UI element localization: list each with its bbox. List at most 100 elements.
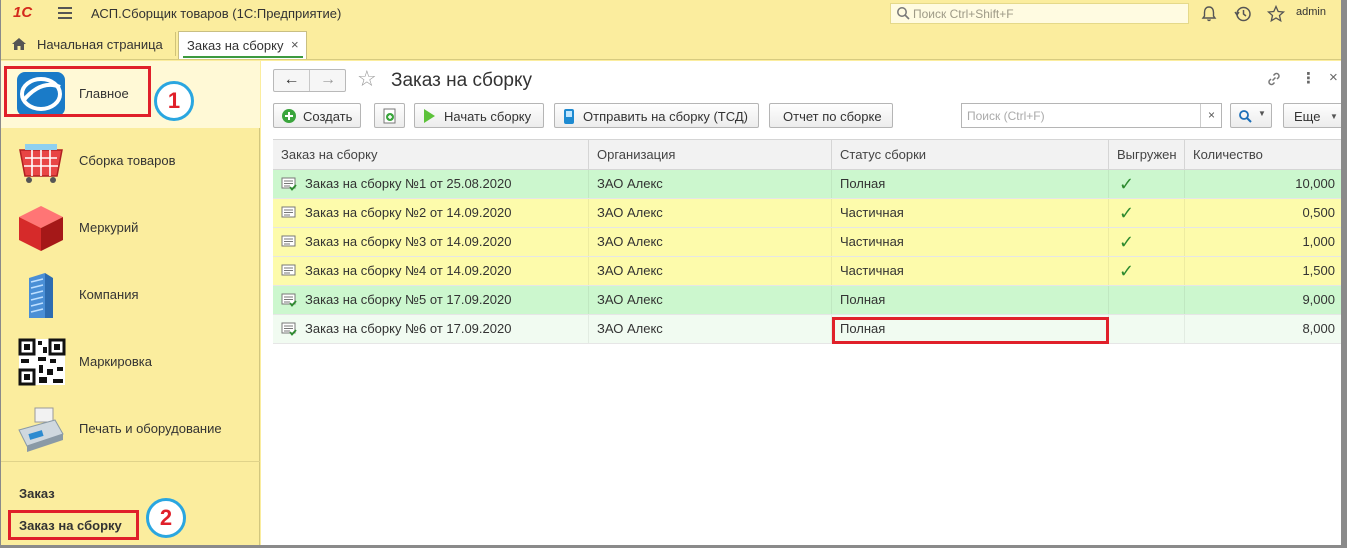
more-options-icon[interactable]: ⋮ <box>1301 69 1316 87</box>
start-assembly-label: Начать сборку <box>444 109 532 124</box>
page-title: Заказ на сборку <box>391 70 532 91</box>
order-name: Заказ на сборку №5 от 17.09.2020 <box>305 292 512 307</box>
add-icon <box>282 109 296 123</box>
cell-organization: ЗАО Алекс <box>589 257 832 285</box>
send-to-tsd-button[interactable]: Отправить на сборку (ТСД) <box>554 103 759 128</box>
cell-organization: ЗАО Алекс <box>589 315 832 343</box>
title-bar: 1С АСП.Сборщик товаров (1С:Предприятие) … <box>1 0 1341 28</box>
column-header-order[interactable]: Заказ на сборку <box>273 140 589 170</box>
cell-unloaded <box>1109 286 1185 314</box>
close-tab-icon[interactable]: × <box>291 37 299 52</box>
forward-button[interactable]: → <box>310 70 346 91</box>
chevron-down-icon: ▼ <box>1330 112 1338 121</box>
sidebar: Главное Сборка товаров Меркурий Компания… <box>1 61 260 545</box>
order-name: Заказ на сборку №3 от 14.09.2020 <box>305 234 512 249</box>
create-button[interactable]: Создать <box>273 103 361 128</box>
column-header-organization[interactable]: Организация <box>589 140 832 170</box>
sidebar-link-order[interactable]: Заказ <box>19 486 55 501</box>
more-button[interactable]: Еще ▼ <box>1283 103 1341 128</box>
back-button[interactable]: ← <box>274 70 310 91</box>
app-window: 1С АСП.Сборщик товаров (1С:Предприятие) … <box>1 0 1341 545</box>
table-row[interactable]: Заказ на сборку №3 от 14.09.2020 ЗАО Алек… <box>273 228 1341 257</box>
assembly-report-button[interactable]: Отчет по сборке <box>769 103 893 128</box>
tab-assembly-order-label: Заказ на сборку <box>187 38 284 53</box>
user-name[interactable]: admin <box>1296 6 1326 18</box>
document-icon <box>281 264 296 276</box>
annotation-box-status <box>832 317 1109 344</box>
basket-icon <box>19 144 63 183</box>
sidebar-item-marking[interactable]: Маркировка <box>1 329 260 396</box>
cell-organization: ЗАО Алекс <box>589 286 832 314</box>
checkmark-icon: ✓ <box>1119 174 1135 194</box>
menu-icon[interactable] <box>58 7 72 19</box>
copy-button[interactable] <box>374 103 405 128</box>
navigation-buttons: ← → <box>273 69 346 92</box>
document-posted-icon <box>281 322 297 336</box>
search-placeholder: Поиск (Ctrl+F) <box>967 109 1045 123</box>
global-search-input[interactable]: Поиск Ctrl+Shift+F <box>890 3 1189 24</box>
checkmark-icon: ✓ <box>1119 203 1135 223</box>
qr-code-icon <box>18 338 66 386</box>
search-input[interactable]: Поиск (Ctrl+F) × <box>961 103 1222 128</box>
cell-quantity: 1,500 <box>1302 263 1335 278</box>
cell-status: Частичная <box>832 199 1109 227</box>
cell-unloaded <box>1109 315 1185 343</box>
sidebar-item-label: Сборка товаров <box>79 153 176 168</box>
send-to-tsd-label: Отправить на сборку (ТСД) <box>583 109 748 124</box>
search-options-button[interactable]: ▼ <box>1230 103 1272 128</box>
order-name: Заказ на сборку №2 от 14.09.2020 <box>305 205 512 220</box>
order-name: Заказ на сборку №1 от 25.08.2020 <box>305 176 512 191</box>
sidebar-item-print[interactable]: Печать и оборудование <box>1 396 260 463</box>
cell-order: Заказ на сборку №6 от 17.09.2020 <box>273 315 589 343</box>
sidebar-item-company[interactable]: Компания <box>1 262 260 329</box>
home-icon <box>12 38 26 50</box>
table-row[interactable]: Заказ на сборку №1 от 25.08.2020 ЗАО Алек… <box>273 170 1341 199</box>
tab-assembly-order[interactable]: Заказ на сборку × <box>178 31 307 59</box>
1c-logo: 1С <box>13 4 33 21</box>
form-area: ← → ☆ Заказ на сборку ⋮ × Создать Начать… <box>261 61 1341 545</box>
close-form-icon[interactable]: × <box>1329 69 1338 86</box>
cell-order: Заказ на сборку №4 от 14.09.2020 <box>273 257 589 285</box>
app-title: АСП.Сборщик товаров (1С:Предприятие) <box>91 6 342 21</box>
search-icon <box>1239 110 1252 123</box>
cell-unloaded: ✓ <box>1109 199 1185 227</box>
cell-unloaded: ✓ <box>1109 257 1185 285</box>
clear-search-icon[interactable]: × <box>1200 104 1222 127</box>
assembly-report-label: Отчет по сборке <box>783 109 882 124</box>
column-header-unloaded[interactable]: Выгружен <box>1109 140 1185 170</box>
bell-icon[interactable] <box>1199 4 1219 24</box>
device-icon <box>564 109 574 124</box>
cell-unloaded: ✓ <box>1109 228 1185 256</box>
history-icon[interactable] <box>1233 4 1253 24</box>
annotation-marker-2: 2 <box>146 498 186 538</box>
cell-quantity: 0,500 <box>1302 205 1335 220</box>
table-row[interactable]: Заказ на сборку №4 от 14.09.2020 ЗАО Алек… <box>273 257 1341 286</box>
search-icon <box>897 7 910 20</box>
building-icon <box>29 273 53 318</box>
star-icon[interactable] <box>1266 4 1286 24</box>
tab-home-label: Начальная страница <box>37 37 163 52</box>
column-header-quantity[interactable]: Количество <box>1185 140 1341 170</box>
sidebar-item-label: Печать и оборудование <box>79 421 222 436</box>
order-name: Заказ на сборку №6 от 17.09.2020 <box>305 321 512 336</box>
table-row[interactable]: Заказ на сборку №6 от 17.09.2020 ЗАО Алек… <box>273 315 1341 344</box>
cell-status: Полная <box>832 286 1109 314</box>
global-search-placeholder: Поиск Ctrl+Shift+F <box>913 7 1014 21</box>
sidebar-item-label: Маркировка <box>79 354 152 369</box>
start-assembly-button[interactable]: Начать сборку <box>414 103 544 128</box>
sidebar-item-label: Меркурий <box>79 220 139 235</box>
table-row[interactable]: Заказ на сборку №2 от 14.09.2020 ЗАО Алек… <box>273 199 1341 228</box>
link-icon[interactable] <box>1266 71 1282 90</box>
sidebar-item-mercury[interactable]: Меркурий <box>1 195 260 262</box>
order-name: Заказ на сборку №4 от 14.09.2020 <box>305 263 512 278</box>
cash-register-icon <box>18 407 64 452</box>
sidebar-item-assembly[interactable]: Сборка товаров <box>1 128 260 195</box>
document-posted-icon <box>281 177 297 191</box>
cell-order: Заказ на сборку №3 от 14.09.2020 <box>273 228 589 256</box>
more-button-label: Еще <box>1294 109 1321 124</box>
column-header-status[interactable]: Статус сборки <box>832 140 1109 170</box>
create-button-label: Создать <box>303 109 353 124</box>
favorite-star-icon[interactable]: ☆ <box>357 68 377 90</box>
cell-status: Частичная <box>832 228 1109 256</box>
table-row[interactable]: Заказ на сборку №5 от 17.09.2020 ЗАО Алек… <box>273 286 1341 315</box>
